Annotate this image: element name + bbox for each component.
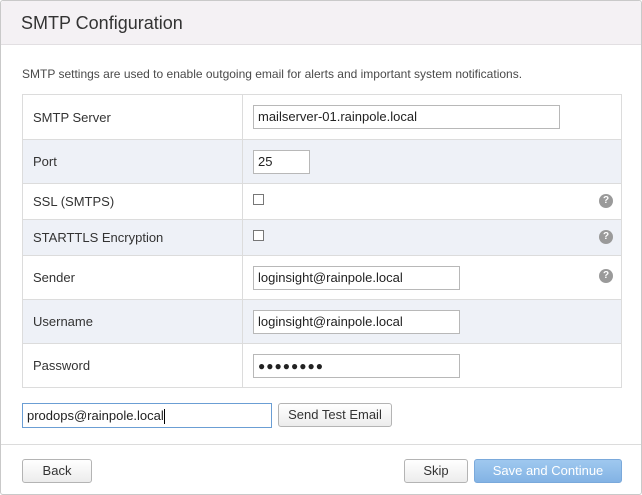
port-row: Port 25: [23, 139, 621, 183]
test-email-value: prodops@rainpole.local: [27, 408, 164, 423]
ssl-label: SSL (SMTPS): [23, 184, 243, 219]
dialog-header: SMTP Configuration: [1, 1, 641, 45]
username-input[interactable]: loginsight@rainpole.local: [253, 310, 460, 334]
sender-input[interactable]: loginsight@rainpole.local: [253, 266, 460, 290]
smtp-config-dialog: SMTP Configuration SMTP settings are use…: [0, 0, 642, 495]
username-label: Username: [23, 300, 243, 343]
starttls-row: STARTTLS Encryption ?: [23, 219, 621, 255]
password-label: Password: [23, 344, 243, 387]
smtp-server-row: SMTP Server mailserver-01.rainpole.local: [23, 95, 621, 139]
smtp-server-input[interactable]: mailserver-01.rainpole.local: [253, 105, 560, 129]
send-test-email-button[interactable]: Send Test Email: [278, 403, 392, 427]
sender-help-icon[interactable]: ?: [599, 269, 613, 283]
footer-divider: [1, 444, 641, 445]
port-label: Port: [23, 140, 243, 183]
sender-row: Sender loginsight@rainpole.local ?: [23, 255, 621, 299]
save-and-continue-button[interactable]: Save and Continue: [474, 459, 622, 483]
starttls-checkbox[interactable]: [253, 230, 264, 241]
ssl-help-icon[interactable]: ?: [599, 194, 613, 208]
sender-label: Sender: [23, 256, 243, 299]
dialog-title: SMTP Configuration: [21, 13, 183, 33]
smtp-server-label: SMTP Server: [23, 95, 243, 139]
back-button[interactable]: Back: [22, 459, 92, 483]
starttls-label: STARTTLS Encryption: [23, 220, 243, 255]
ssl-checkbox[interactable]: [253, 194, 264, 205]
starttls-help-icon[interactable]: ?: [599, 230, 613, 244]
username-row: Username loginsight@rainpole.local: [23, 299, 621, 343]
test-email-input[interactable]: prodops@rainpole.local: [22, 403, 272, 428]
dialog-description: SMTP settings are used to enable outgoin…: [22, 67, 523, 81]
smtp-settings-table: SMTP Server mailserver-01.rainpole.local…: [22, 94, 622, 388]
password-input[interactable]: ●●●●●●●●: [253, 354, 460, 378]
ssl-row: SSL (SMTPS) ?: [23, 183, 621, 219]
skip-button[interactable]: Skip: [404, 459, 468, 483]
port-input[interactable]: 25: [253, 150, 310, 174]
text-caret: [163, 409, 165, 425]
password-row: Password ●●●●●●●●: [23, 343, 621, 387]
